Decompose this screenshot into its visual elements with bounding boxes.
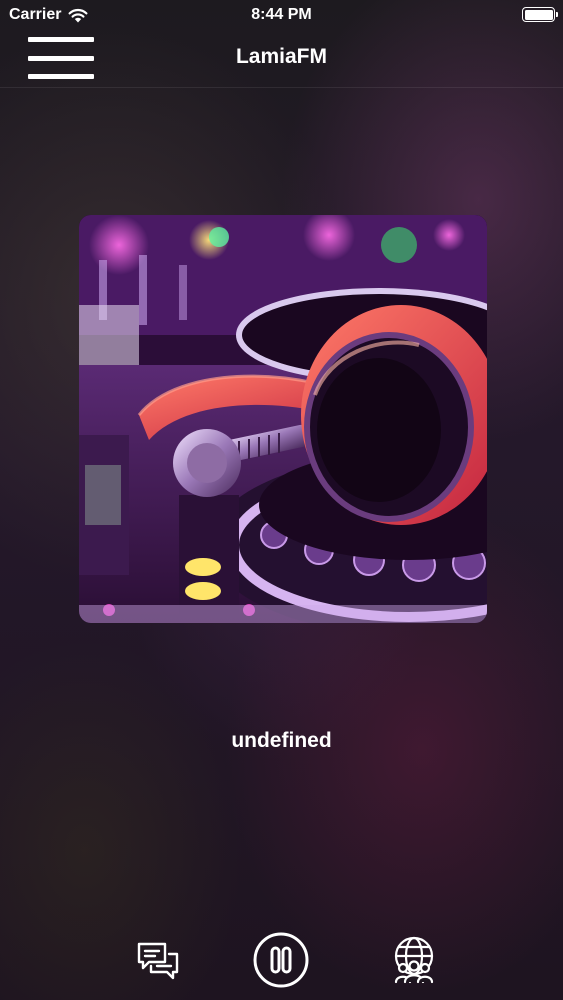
battery-level bbox=[524, 9, 553, 20]
dj-mixer-headphones-image bbox=[79, 215, 487, 623]
station-artwork bbox=[79, 215, 487, 623]
battery-icon bbox=[522, 7, 558, 22]
pause-icon[interactable] bbox=[253, 932, 309, 988]
menu-line bbox=[28, 74, 94, 79]
status-time: 8:44 PM bbox=[251, 6, 312, 23]
player-controls bbox=[0, 930, 563, 994]
chat-bubbles-icon[interactable] bbox=[135, 940, 181, 982]
app-title: LamiaFM bbox=[235, 45, 327, 68]
menu-line bbox=[28, 37, 94, 42]
navigation-bar: LamiaFM bbox=[0, 30, 563, 88]
status-bar: Carrier 8:44 PM bbox=[0, 0, 563, 30]
globe-people-icon[interactable] bbox=[391, 936, 437, 984]
track-title: undefined bbox=[231, 729, 332, 752]
